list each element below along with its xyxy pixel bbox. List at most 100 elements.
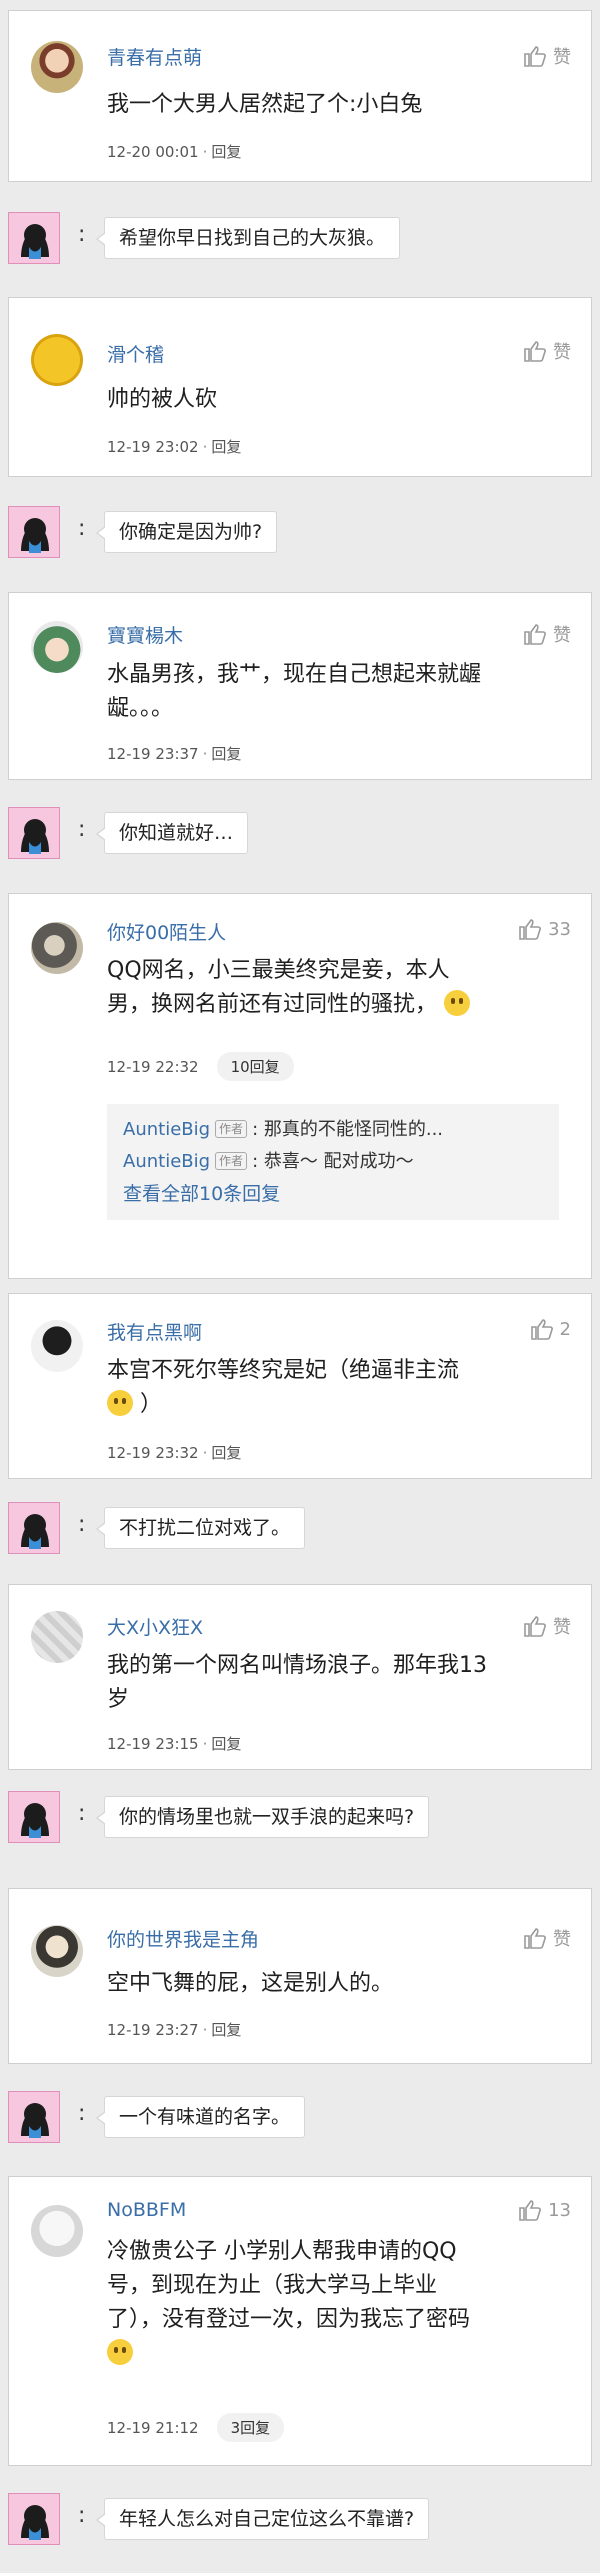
comment-meta: 12-19 23:02 · 回复 (107, 436, 242, 457)
comment-text: 我的第一个网名叫情场浪子。那年我13 岁 (107, 1649, 569, 1717)
avatar[interactable] (31, 621, 83, 673)
comment-text: 我一个大男人居然起了个:小白兔 (107, 92, 423, 117)
sub-reply[interactable]: AuntieBig 作者: 那真的不能怪同性的... (123, 1114, 543, 1146)
like-count: 2 (559, 1318, 571, 1340)
like-button[interactable]: 2 (530, 1318, 571, 1340)
comment-meta: 12-19 21:12 3回复 (107, 2413, 285, 2442)
comment-author[interactable]: 大X小X狂X (107, 1613, 203, 1640)
author-reply: : 一个有味道的名字。 (8, 2085, 592, 2149)
comment-text-line: 号，到现在为止（我大学马上毕业 (107, 2273, 438, 2298)
emoji-icon (107, 1390, 133, 1416)
comment-card: 青春有点萌 赞 我一个大男人居然起了个:小白兔 12-20 00:01 · 回复 (8, 10, 592, 182)
author-reply: : 年轻人怎么对自己定位这么不靠谱? (8, 2487, 592, 2551)
author-avatar[interactable] (8, 807, 60, 859)
comment-card: 你的世界我是主角 赞 空中飞舞的屁，这是别人的。 12-19 23:27 · 回复 (8, 1888, 592, 2064)
author-reply: : 你知道就好… (8, 801, 592, 865)
comment-author[interactable]: 你好00陌生人 (107, 918, 226, 945)
author-avatar[interactable] (8, 212, 60, 264)
like-button[interactable]: 33 (518, 918, 571, 940)
sub-reply-user[interactable]: AuntieBig (123, 1119, 210, 1140)
comment-time: 12-19 22:32 (107, 1057, 199, 1076)
like-button[interactable]: 赞 (523, 1613, 571, 1639)
author-avatar[interactable] (8, 2493, 60, 2545)
replies-count-button[interactable]: 3回复 (216, 2413, 285, 2442)
colon: : (78, 516, 86, 541)
reply-link[interactable]: 回复 (211, 141, 241, 162)
comment-author[interactable]: NoBBFM (107, 2199, 186, 2221)
reply-link[interactable]: 回复 (211, 1442, 241, 1463)
sub-reply-text: 恭喜～ 配对成功～ (263, 1151, 414, 1172)
comment-text-line: 龊。。。 (107, 696, 174, 721)
comment-meta: 12-19 22:32 10回复 (107, 1052, 294, 1081)
like-count: 赞 (553, 1617, 571, 1638)
reply-bubble: 你的情场里也就一双手浪的起来吗? (95, 1796, 430, 1838)
author-avatar[interactable] (8, 1502, 60, 1554)
thumbs-up-icon (524, 341, 546, 362)
avatar[interactable] (31, 41, 83, 93)
comment-text-line: ） (107, 1388, 569, 1422)
comment-text-line: 了），没有登过一次，因为我忘了密码 (107, 2307, 471, 2332)
like-button[interactable]: 赞 (523, 338, 571, 364)
see-all-replies-link[interactable]: 查看全部10条回复 (123, 1178, 543, 1210)
comment-author[interactable]: 你的世界我是主角 (107, 1925, 259, 1952)
author-reply: : 你确定是因为帅? (8, 500, 592, 564)
comment-card: 你好00陌生人 33 QQ网名，小三最美终究是妾，本人 男，换网名前还有过同性的… (8, 893, 592, 1279)
comment-author[interactable]: 青春有点萌 (107, 43, 202, 70)
comment-meta: 12-19 23:32 · 回复 (107, 1442, 242, 1463)
sub-reply-text: 那真的不能怪同性的... (263, 1119, 444, 1140)
reply-link[interactable]: 回复 (211, 2019, 241, 2040)
like-button[interactable]: 赞 (523, 43, 571, 69)
like-count: 13 (548, 2199, 571, 2221)
avatar[interactable] (31, 1320, 83, 1372)
reply-bubble: 一个有味道的名字。 (95, 2096, 306, 2138)
avatar[interactable] (31, 2205, 83, 2257)
author-tag: 作者 (215, 1152, 248, 1170)
like-button[interactable]: 赞 (523, 621, 571, 647)
colon: : (78, 2101, 86, 2126)
comment-author[interactable]: 滑个稽 (107, 340, 164, 367)
comment-text: 空中飞舞的屁，这是别人的。 (107, 1971, 394, 1996)
author-avatar-icon (21, 224, 49, 259)
author-reply: : 不打扰二位对戏了。 (8, 1496, 592, 1560)
thumbs-up-icon (524, 1616, 546, 1637)
sub-replies: AuntieBig 作者: 那真的不能怪同性的... AuntieBig 作者: 恭… (107, 1104, 559, 1220)
author-avatar[interactable] (8, 1791, 60, 1843)
avatar[interactable] (31, 334, 83, 386)
comment-meta: 12-19 23:37 · 回复 (107, 743, 242, 764)
sub-reply-user[interactable]: AuntieBig (123, 1151, 210, 1172)
thumbs-up-icon (524, 1928, 546, 1949)
sub-reply[interactable]: AuntieBig 作者: 恭喜～ 配对成功～ (123, 1146, 543, 1178)
author-avatar-icon (21, 2103, 49, 2138)
comment-meta: 12-19 23:15 · 回复 (107, 1733, 242, 1754)
colon: : (78, 1512, 86, 1537)
comment-text-line: 本宫不死尔等终究是妃（绝逼非主流 (107, 1358, 460, 1383)
like-button[interactable]: 13 (518, 2199, 571, 2221)
comment-author[interactable]: 寶寶楊木 (107, 621, 183, 648)
author-avatar-icon (21, 819, 49, 854)
comment-meta: 12-19 23:27 · 回复 (107, 2019, 242, 2040)
author-reply: : 你的情场里也就一双手浪的起来吗? (8, 1785, 592, 1849)
author-avatar-icon (21, 518, 49, 553)
reply-link[interactable]: 回复 (211, 1733, 241, 1754)
replies-count-button[interactable]: 10回复 (216, 1052, 294, 1081)
colon: : (78, 1801, 86, 1826)
reply-link[interactable]: 回复 (211, 436, 241, 457)
avatar[interactable] (31, 1611, 83, 1663)
comment-time: 12-19 23:02 (107, 437, 199, 456)
thumbs-up-icon (524, 46, 546, 67)
comment-author[interactable]: 我有点黑啊 (107, 1318, 202, 1345)
colon: : (78, 222, 86, 247)
avatar[interactable] (31, 922, 83, 974)
author-avatar[interactable] (8, 2091, 60, 2143)
laughing-emoji-icon (444, 990, 471, 1016)
author-avatar[interactable] (8, 506, 60, 558)
comment-text: 水晶男孩，我艹，现在自己想起来就龌 龊。。。 (107, 658, 569, 726)
comment-text: 帅的被人砍 (107, 387, 218, 412)
author-tag: 作者 (215, 1120, 248, 1138)
reply-link[interactable]: 回复 (211, 743, 241, 764)
like-count: 赞 (553, 342, 571, 363)
avatar[interactable] (31, 1925, 83, 1977)
author-avatar-icon (21, 1514, 49, 1549)
comment-text-line: 岁 (107, 1687, 130, 1712)
like-button[interactable]: 赞 (523, 1925, 571, 1951)
